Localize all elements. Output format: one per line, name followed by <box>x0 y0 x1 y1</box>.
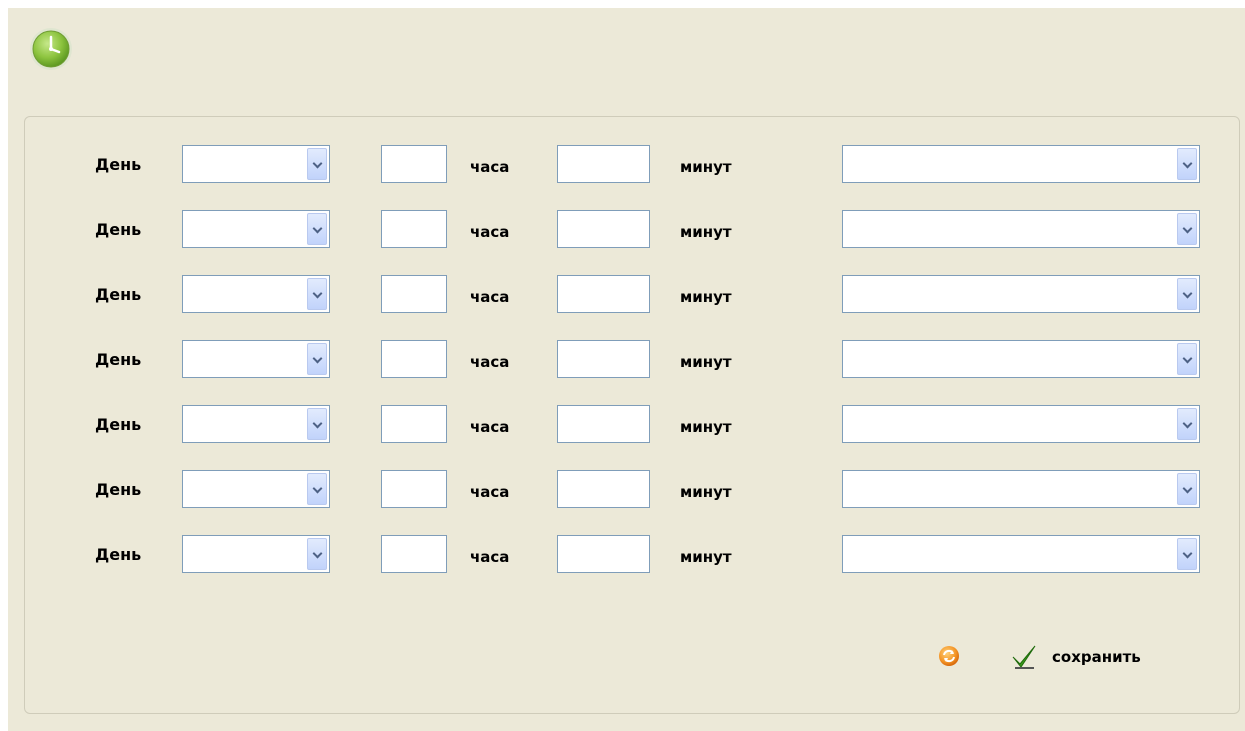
action-select[interactable] <box>842 405 1200 443</box>
day-select[interactable] <box>182 275 330 313</box>
action-select[interactable] <box>842 145 1200 183</box>
minutes-input[interactable] <box>557 275 650 313</box>
day-label: День <box>95 415 142 434</box>
chevron-down-icon[interactable] <box>1177 538 1197 570</box>
hours-label: часа <box>470 483 510 501</box>
minutes-label: минут <box>680 353 732 371</box>
reset-icon <box>939 646 959 666</box>
day-label: День <box>95 220 142 239</box>
hours-label: часа <box>470 418 510 436</box>
checkmark-icon <box>1010 643 1038 671</box>
action-select[interactable] <box>842 535 1200 573</box>
chevron-down-icon[interactable] <box>307 148 327 180</box>
schedule-row: День часа минут <box>25 145 1239 187</box>
hours-label: часа <box>470 223 510 241</box>
chevron-down-icon[interactable] <box>307 408 327 440</box>
chevron-down-icon[interactable] <box>307 278 327 310</box>
day-label: День <box>95 155 142 174</box>
schedule-row: День часа минут <box>25 535 1239 577</box>
hours-label: часа <box>470 548 510 566</box>
day-select[interactable] <box>182 340 330 378</box>
hours-input[interactable] <box>381 145 447 183</box>
schedule-row: День часа минут <box>25 210 1239 252</box>
action-select[interactable] <box>842 470 1200 508</box>
day-select[interactable] <box>182 405 330 443</box>
hours-label: часа <box>470 288 510 306</box>
minutes-input[interactable] <box>557 470 650 508</box>
day-label: День <box>95 480 142 499</box>
chevron-down-icon[interactable] <box>307 473 327 505</box>
day-label: День <box>95 350 142 369</box>
chevron-down-icon[interactable] <box>307 213 327 245</box>
schedule-row: День часа минут <box>25 340 1239 382</box>
chevron-down-icon[interactable] <box>1177 148 1197 180</box>
chevron-down-icon[interactable] <box>1177 473 1197 505</box>
hours-input[interactable] <box>381 405 447 443</box>
hours-input[interactable] <box>381 470 447 508</box>
minutes-label: минут <box>680 158 732 176</box>
hours-label: часа <box>470 353 510 371</box>
action-select[interactable] <box>842 275 1200 313</box>
day-select[interactable] <box>182 535 330 573</box>
action-select[interactable] <box>842 340 1200 378</box>
reset-button[interactable] <box>938 645 960 667</box>
action-select[interactable] <box>842 210 1200 248</box>
hours-input[interactable] <box>381 275 447 313</box>
day-select[interactable] <box>182 210 330 248</box>
day-label: День <box>95 545 142 564</box>
minutes-input[interactable] <box>557 405 650 443</box>
hours-label: часа <box>470 158 510 176</box>
minutes-label: минут <box>680 223 732 241</box>
day-label: День <box>95 285 142 304</box>
hours-input[interactable] <box>381 535 447 573</box>
chevron-down-icon[interactable] <box>1177 408 1197 440</box>
chevron-down-icon[interactable] <box>1177 343 1197 375</box>
minutes-label: минут <box>680 483 732 501</box>
minutes-input[interactable] <box>557 145 650 183</box>
save-label: сохранить <box>1052 648 1141 666</box>
schedule-row: День часа минут <box>25 275 1239 317</box>
minutes-label: минут <box>680 418 732 436</box>
schedule-row: День часа минут <box>25 470 1239 512</box>
chevron-down-icon[interactable] <box>1177 278 1197 310</box>
chevron-down-icon[interactable] <box>1177 213 1197 245</box>
chevron-down-icon[interactable] <box>307 343 327 375</box>
minutes-input[interactable] <box>557 535 650 573</box>
schedule-panel: День часа минут День часа минут День час… <box>24 116 1240 714</box>
schedule-window: День часа минут День часа минут День час… <box>8 8 1245 731</box>
schedule-row: День часа минут <box>25 405 1239 447</box>
hours-input[interactable] <box>381 340 447 378</box>
clock-icon <box>28 26 74 72</box>
minutes-input[interactable] <box>557 210 650 248</box>
day-select[interactable] <box>182 470 330 508</box>
minutes-label: минут <box>680 548 732 566</box>
chevron-down-icon[interactable] <box>307 538 327 570</box>
hours-input[interactable] <box>381 210 447 248</box>
day-select[interactable] <box>182 145 330 183</box>
minutes-input[interactable] <box>557 340 650 378</box>
minutes-label: минут <box>680 288 732 306</box>
